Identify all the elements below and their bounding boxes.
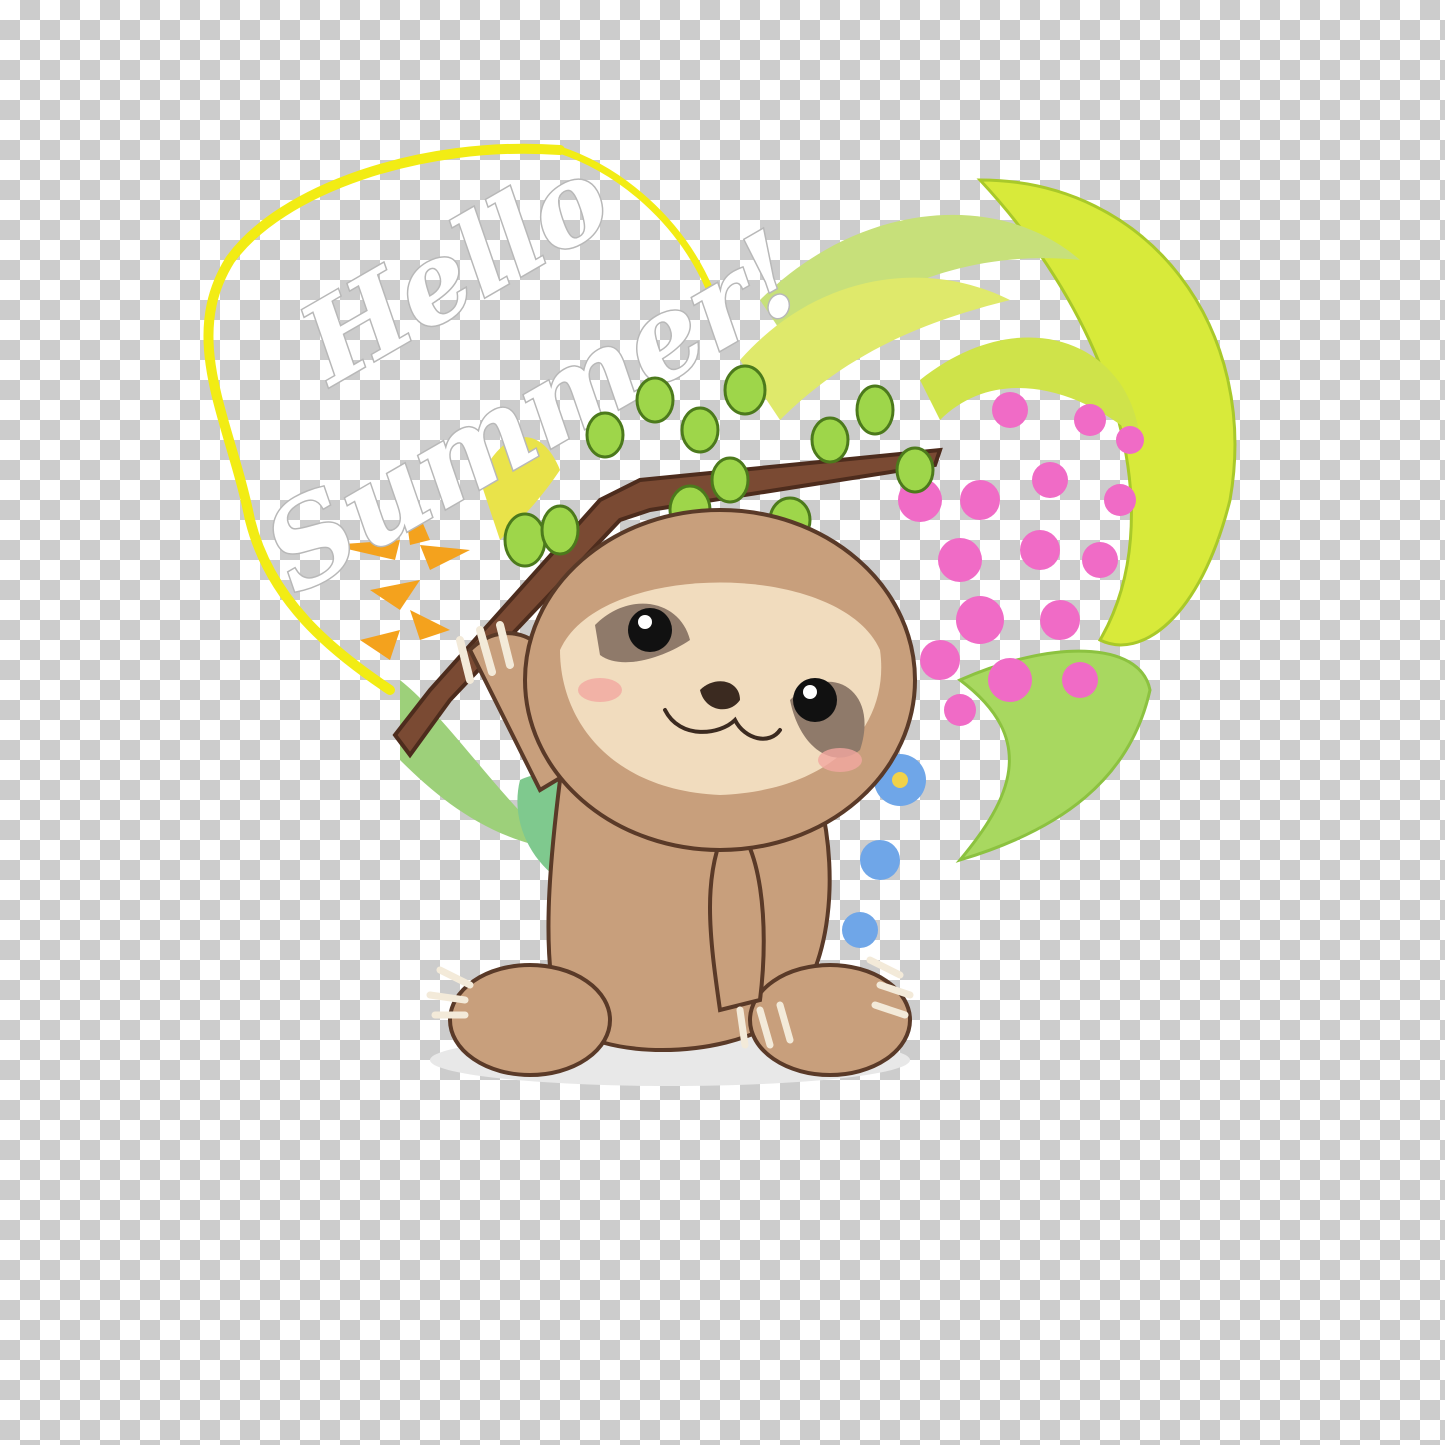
right-eye	[793, 678, 837, 722]
left-eye	[628, 608, 672, 652]
sloth-illustration: Hello Summer!	[203, 130, 1237, 1086]
